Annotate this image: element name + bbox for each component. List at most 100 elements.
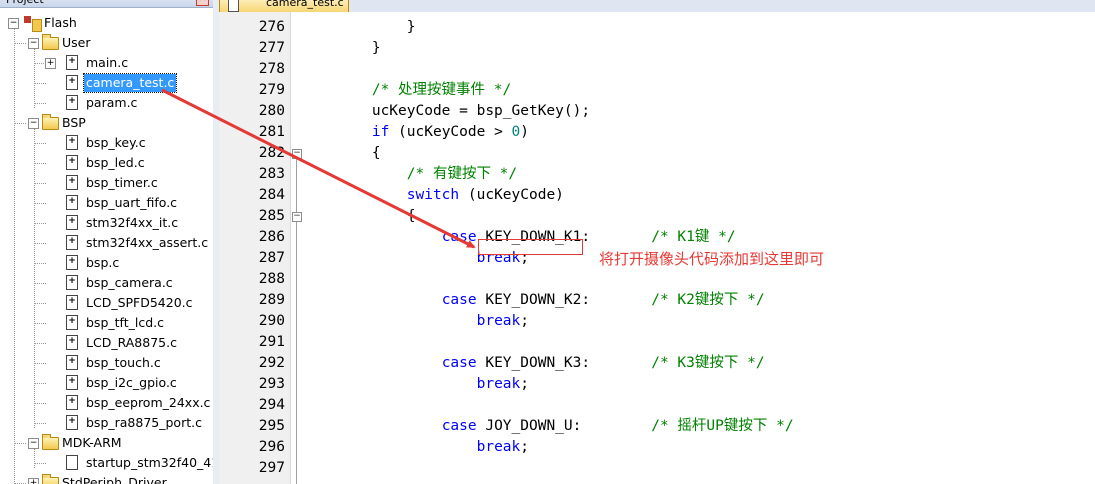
tree-file-item[interactable]: + bsp_ra8875_port.c [0,413,213,433]
c-file-icon: + [66,315,78,330]
tree-file-item[interactable]: + + main.c [0,53,213,73]
code-line: if (ucKeyCode > 0) [302,122,529,143]
fold-guide-line [296,159,297,212]
tree-guide-line [34,243,46,244]
tree-item-label: LCD_RA8875.c [86,335,177,350]
tree-item-label: bsp_ra8875_port.c [86,415,202,430]
tree-file-item[interactable]: + bsp_eeprom_24xx.c [0,393,213,413]
tree-file-item[interactable]: + bsp_camera.c [0,273,213,293]
tree-item-label: bsp_eeprom_24xx.c [86,395,211,410]
tree-file-item[interactable]: + bsp_i2c_gpio.c [0,373,213,393]
code-editor[interactable]: } } /* 处理按键事件 */ ucKeyCode = bsp_GetKey(… [302,12,1095,484]
tree-file-item[interactable]: + bsp_tft_lcd.c [0,313,213,333]
fold-collapse-icon[interactable]: − [292,149,302,159]
code-line: } [302,17,416,38]
tree-guide-line [34,163,46,164]
collapse-icon[interactable]: − [28,38,39,49]
line-number: 290 [258,313,285,329]
line-number: 286 [258,229,285,245]
tree-file-item[interactable]: + bsp_timer.c [0,173,213,193]
tree-folder-item[interactable]: − User [0,33,213,53]
c-file-icon [66,455,78,470]
line-number: 282 [258,145,285,161]
line-number: 288 [258,271,285,287]
tree-guide-line [34,263,46,264]
tree-file-item[interactable]: + stm32f4xx_it.c [0,213,213,233]
line-number: 294 [258,397,285,413]
line-number: 283 [258,166,285,182]
tree-item-label: StdPeriph_Driver [62,475,167,484]
collapse-icon[interactable]: − [28,118,39,129]
tree-folder-item[interactable]: + StdPeriph_Driver [0,473,213,484]
tree-file-item[interactable]: + bsp_touch.c [0,353,213,373]
target-icon [24,16,42,32]
fold-collapse-icon[interactable]: − [292,212,302,222]
line-number: 276 [258,19,285,35]
c-file-icon: + [66,275,78,290]
line-number: 287 [258,250,285,266]
c-file-icon: + [66,375,78,390]
collapse-icon[interactable]: − [28,438,39,449]
tree-folder-item[interactable]: − BSP [0,113,213,133]
tree-folder-item[interactable]: − MDK-ARM [0,433,213,453]
c-file-icon: + [66,175,78,190]
line-number: 280 [258,103,285,119]
tree-file-item[interactable]: + LCD_RA8875.c [0,333,213,353]
tree-item-label: param.c [86,95,138,110]
insertion-highlight-box [478,239,583,255]
line-number: 295 [258,418,285,434]
line-number: 279 [258,82,285,98]
tree-item-label: startup_stm32f40_41x [86,455,214,470]
expand-icon[interactable]: + [45,58,56,69]
collapse-icon[interactable]: − [8,18,19,29]
line-number: 293 [258,376,285,392]
code-token: KEY_DOWN_K2: [476,292,652,308]
line-number: 277 [258,40,285,56]
expand-icon[interactable]: + [28,478,39,484]
tree-item-label: bsp_i2c_gpio.c [86,375,177,390]
tree-guide-line [34,343,46,344]
code-line: { [302,206,416,227]
tree-file-item[interactable]: + bsp_uart_fifo.c [0,193,213,213]
code-token: KEY_DOWN_K3: [476,355,652,371]
tree-item-label: MDK-ARM [62,435,122,450]
c-file-icon: + [66,155,78,170]
tree-item-label: stm32f4xx_assert.c [86,235,209,250]
tree-file-item[interactable]: + param.c [0,93,213,113]
project-tree: − Flash − User + + main.c + camera_test.c + param.… [0,0,213,484]
tree-file-item[interactable]: + stm32f4xx_assert.c [0,233,213,253]
comment-token: /* 处理按键事件 */ [371,82,512,98]
tree-guide-line [34,83,46,84]
code-line: /* 有键按下 */ [302,164,517,185]
tree-item-label: LCD_SPFD5420.c [86,295,193,310]
keyword-token: break [476,313,521,329]
tree-item-label: bsp_uart_fifo.c [86,195,178,210]
tab-label: camera_test.c [266,0,344,9]
code-token: (ucKeyCode) [459,187,564,203]
line-number-gutter: 276 277 278 279 280 281 282 283 284 285 286 287 288 2… [219,12,290,484]
tree-file-item[interactable]: + LCD_SPFD5420.c [0,293,213,313]
tree-file-item[interactable]: + bsp_key.c [0,133,213,153]
comment-token: /* K3键按下 */ [651,355,765,371]
code-token: ; [520,439,529,455]
tree-file-item[interactable]: startup_stm32f40_41x [0,453,213,473]
keyword-token: case [441,292,477,308]
tree-target-item[interactable]: − Flash [0,13,213,33]
tree-file-item[interactable]: + bsp.c [0,253,213,273]
tree-guide-line [14,443,26,444]
c-file-icon: + [66,135,78,150]
tree-file-item[interactable]: + camera_test.c [0,73,213,93]
code-line: break; [302,437,529,458]
tree-file-item[interactable]: + bsp_led.c [0,153,213,173]
tree-guide-line [34,183,46,184]
code-line: case KEY_DOWN_K3: /* K3键按下 */ [302,353,765,374]
